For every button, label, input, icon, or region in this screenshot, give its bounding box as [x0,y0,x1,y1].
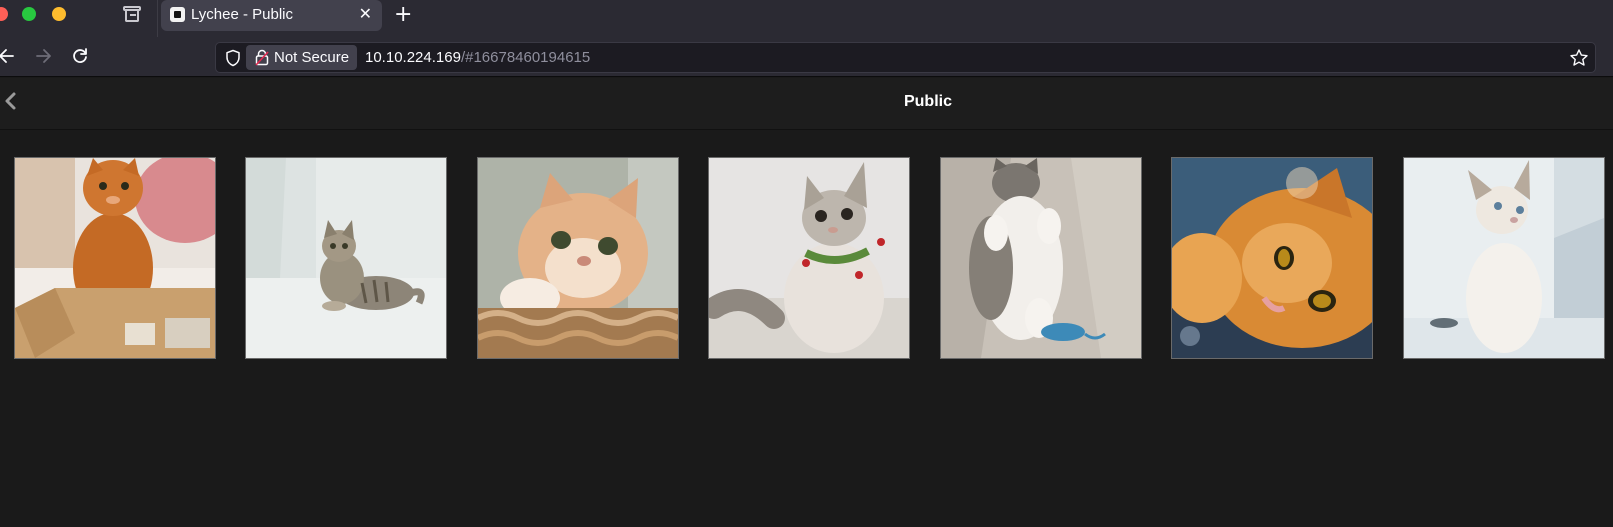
kitten-on-back-image [941,158,1141,358]
reload-icon[interactable] [69,45,91,67]
photo-thumbnail-tabby-kitten[interactable] [245,157,447,359]
url-text[interactable]: 10.10.224.169/#16678460194615 [365,49,590,66]
url-path: /#16678460194615 [460,49,591,66]
page-title: Public [903,93,952,110]
address-bar[interactable]: Not Secure 10.10.224.169/#16678460194615 [215,42,1596,73]
photo-thumbnail-cat-on-wicker[interactable] [477,157,679,359]
bookmark-star-icon[interactable] [1569,48,1589,68]
navigation-toolbar: Not Secure 10.10.224.169/#16678460194615 [0,37,1613,77]
window-maximize-button[interactable] [22,7,36,21]
tab-strip-divider [157,0,158,37]
cat-on-wicker-image [478,158,678,358]
tab-title: Lychee - Public [191,6,293,23]
page-title-wrapper: Public [0,78,1613,130]
kitten-with-collar-image [709,158,909,358]
lock-insecure-icon [254,49,270,66]
photo-thumbnail-orange-cat-lying[interactable] [1171,157,1373,359]
shield-icon[interactable] [224,49,242,67]
tab-strip: Lychee - Public ✕ + [0,0,1613,37]
url-host: 10.10.224.169 [365,49,461,66]
tab-close-icon[interactable]: ✕ [359,4,372,24]
window-close-button[interactable] [0,7,8,21]
orange-cat-lying-image [1172,158,1372,358]
photo-thumbnail-siamese-kitten[interactable] [1403,157,1605,359]
photo-grid [0,131,1613,527]
album-header: Public [0,78,1613,130]
photo-thumbnail-kitten-with-collar[interactable] [708,157,910,359]
window-minimize-button[interactable] [52,7,66,21]
tabby-kitten-image [246,158,446,358]
lychee-favicon-icon [170,7,185,22]
orange-cat-in-box-image [15,158,215,358]
photo-thumbnail-kitten-on-back[interactable] [940,157,1142,359]
browser-tab[interactable]: Lychee - Public ✕ [161,0,382,31]
photo-thumbnail-orange-cat-in-box[interactable] [14,157,216,359]
back-arrow-icon[interactable] [0,45,18,67]
new-tab-button[interactable]: + [394,3,412,27]
forward-arrow-icon[interactable] [32,45,54,67]
siamese-kitten-image [1404,158,1604,358]
not-secure-label: Not Secure [274,49,350,66]
tab-list-icon[interactable] [123,6,141,23]
not-secure-indicator[interactable]: Not Secure [246,45,357,70]
